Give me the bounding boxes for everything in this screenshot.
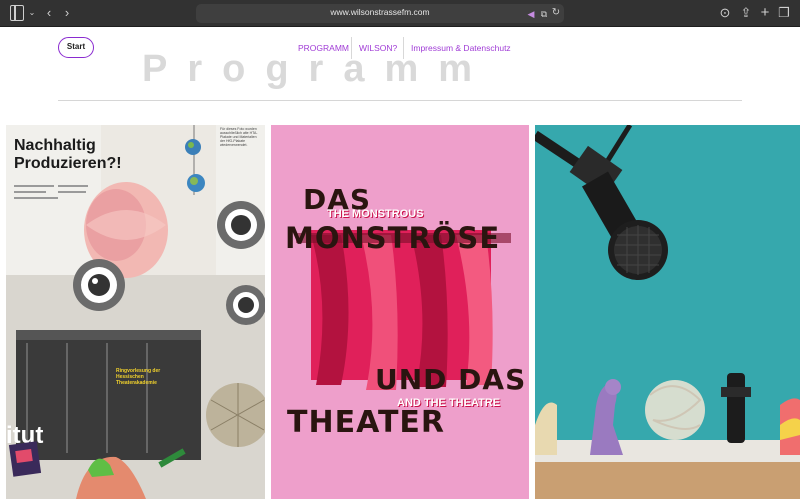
poster-red-curtain <box>296 230 511 390</box>
audio-icon[interactable]: ◀︎ <box>526 6 536 22</box>
program-tile-nachhaltig[interactable]: itut Nachhaltig Produzieren?! Für dieses… <box>6 125 265 499</box>
tab-overview-icon[interactable]: ❐ <box>778 5 790 21</box>
microphone-photo <box>535 125 800 499</box>
start-button[interactable]: Start <box>58 37 94 58</box>
poster-side-note: Für dieses Foto wurden ausschließlich al… <box>220 127 258 147</box>
poster-text-line <box>58 191 86 193</box>
program-tile-microphone[interactable] <box>535 125 800 499</box>
program-tile-monstroese[interactable]: DAS THE MONSTROUS MONSTRÖSE UND DAS AND … <box>271 125 529 499</box>
poster-text-line <box>14 185 54 187</box>
poster-title: Nachhaltig Produzieren?! <box>14 137 122 172</box>
translate-icon[interactable]: ⧉ <box>538 6 550 22</box>
download-icon[interactable]: ⊙ <box>719 5 731 21</box>
url-text: www.wilsonstrassefm.com <box>330 7 430 17</box>
header-divider <box>58 100 742 101</box>
address-bar[interactable]: www.wilsonstrassefm.com <box>196 4 564 23</box>
reload-icon[interactable]: ↻ <box>551 5 561 21</box>
back-icon[interactable]: ‹ <box>44 5 54 21</box>
poster-text-und-das: UND DAS <box>375 363 527 396</box>
forward-icon[interactable]: › <box>62 5 72 21</box>
poster-text-line <box>58 185 88 187</box>
poster-text-line <box>14 191 46 193</box>
new-tab-icon[interactable]: + <box>759 5 771 21</box>
share-icon[interactable]: ⇪ <box>740 5 752 21</box>
poster-series-text: Ringvorlesung der Hessischen Theaterakad… <box>116 368 161 386</box>
sidebar-toggle-icon[interactable] <box>10 5 24 21</box>
chevron-down-icon[interactable]: ⌄ <box>28 5 36 21</box>
page-title: Programm <box>142 48 493 90</box>
poster-collage: itut <box>6 125 265 499</box>
poster-text-line <box>14 197 58 199</box>
browser-toolbar: ⌄ ‹ › ⊞ Z ≡ www.wilsonstrassefm.com ◀︎ ⧉… <box>0 0 800 27</box>
poster-text-monstrous: THE MONSTROUS <box>327 208 424 220</box>
poster-text-monstroese: MONSTRÖSE <box>285 221 501 255</box>
poster-text-theater: THEATER <box>287 405 446 440</box>
